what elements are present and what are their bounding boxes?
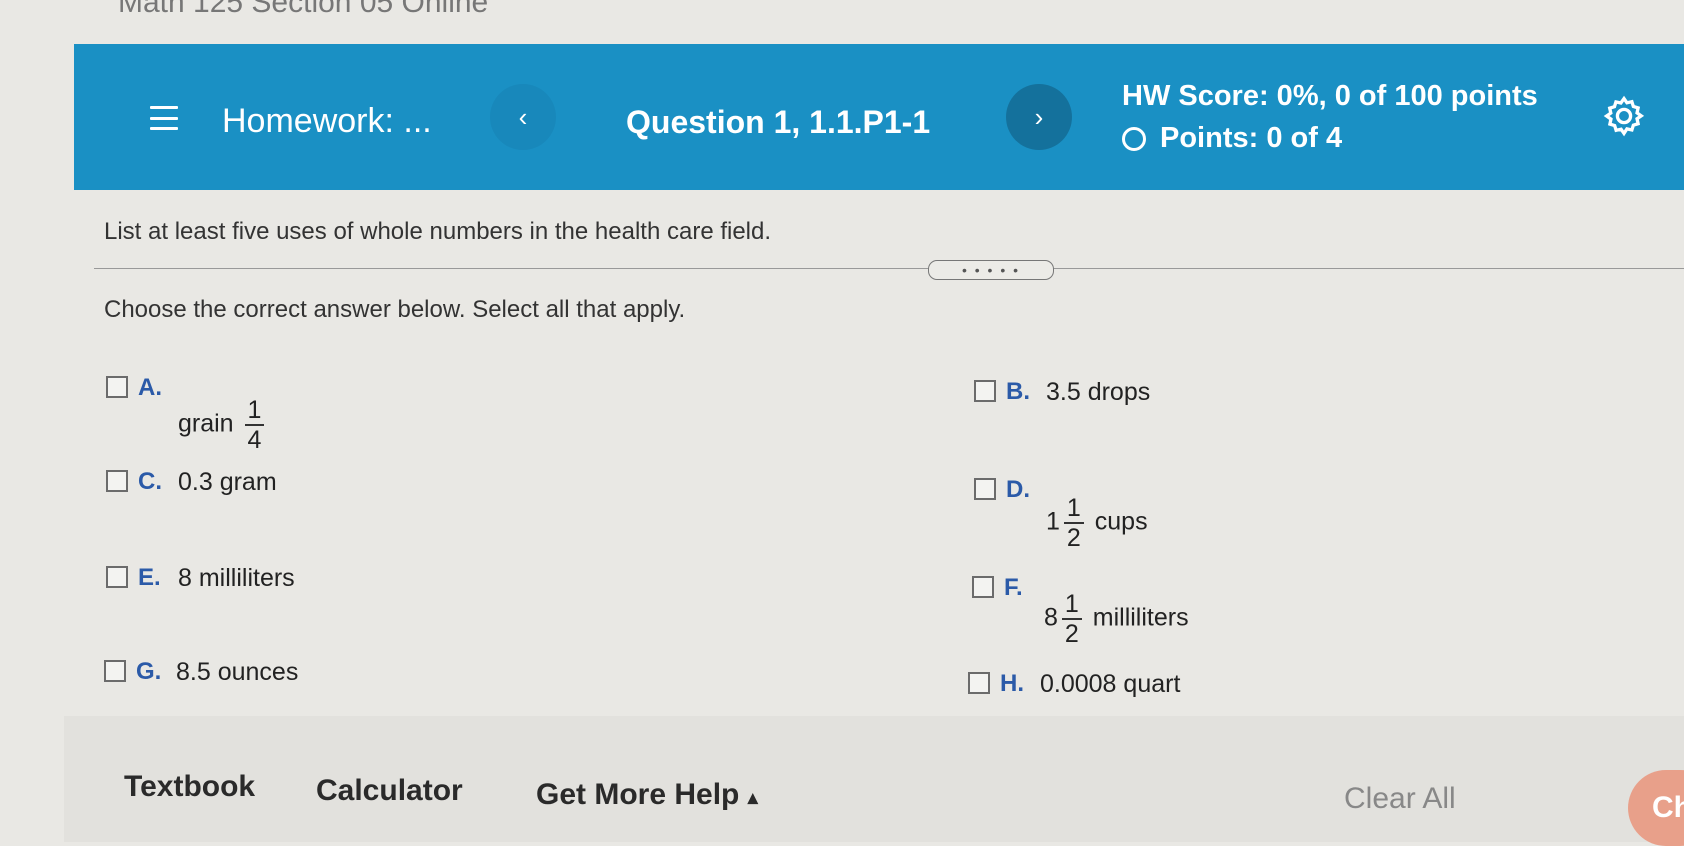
- checkbox[interactable]: [106, 376, 128, 398]
- answer-option-c[interactable]: C. 0.3 gram: [106, 468, 277, 497]
- question-prompt: List at least five uses of whole numbers…: [104, 218, 772, 245]
- next-question-button[interactable]: ›: [1006, 84, 1072, 150]
- fraction: 1 4: [244, 396, 265, 454]
- checkbox[interactable]: [968, 672, 990, 694]
- option-letter: G.: [136, 658, 162, 685]
- textbook-link[interactable]: Textbook: [124, 770, 255, 804]
- option-text: 3.5 drops: [1046, 378, 1151, 406]
- option-text: 0.0008 quart: [1040, 670, 1181, 698]
- option-letter: C.: [138, 468, 162, 495]
- option-text: 1 1 2 cups: [1046, 494, 1148, 552]
- homework-title[interactable]: Homework: ...: [222, 102, 432, 141]
- previous-question-button[interactable]: ‹: [490, 84, 556, 150]
- option-letter: H.: [1000, 670, 1024, 697]
- question-title: Question 1, 1.1.P1-1: [626, 104, 931, 140]
- checkbox[interactable]: [106, 470, 128, 492]
- option-letter: D.: [1006, 476, 1030, 503]
- fraction: 1 2: [1063, 494, 1084, 552]
- divider-drag-handle[interactable]: • • • • •: [928, 260, 1054, 280]
- option-letter: B.: [1006, 378, 1030, 405]
- checkbox[interactable]: [106, 566, 128, 588]
- divider: [94, 268, 1684, 269]
- answer-option-b[interactable]: B. 3.5 drops: [974, 378, 1150, 407]
- points-status: Points: 0 of 4: [1122, 122, 1342, 155]
- option-letter: F.: [1004, 574, 1023, 601]
- menu-icon[interactable]: [150, 106, 178, 130]
- course-title: Math 125 Section 05 Online: [118, 0, 489, 19]
- clear-all-button[interactable]: Clear All: [1344, 782, 1456, 816]
- option-letter: A.: [138, 374, 162, 401]
- option-text: 8 milliliters: [178, 564, 295, 592]
- answer-option-h[interactable]: H. 0.0008 quart: [968, 670, 1180, 699]
- checkbox[interactable]: [974, 380, 996, 402]
- caret-up-icon: ▴: [747, 787, 758, 809]
- option-text: 8.5 ounces: [176, 658, 299, 686]
- gear-icon[interactable]: [1602, 94, 1646, 138]
- option-text: grain 1 4: [178, 396, 268, 454]
- get-more-help-button[interactable]: Get More Help ▴: [536, 778, 758, 812]
- checkbox[interactable]: [974, 478, 996, 500]
- option-text: 8 1 2 milliliters: [1044, 590, 1189, 648]
- answer-option-a[interactable]: A. grain 1 4: [106, 374, 268, 454]
- answer-option-f[interactable]: F. 8 1 2 milliliters: [972, 574, 1189, 648]
- answer-option-g[interactable]: G. 8.5 ounces: [104, 658, 298, 687]
- checkbox[interactable]: [972, 576, 994, 598]
- points-label: Points: 0 of 4: [1160, 122, 1343, 154]
- calculator-link[interactable]: Calculator: [316, 774, 463, 808]
- fraction: 1 2: [1061, 590, 1082, 648]
- option-text: 0.3 gram: [178, 468, 277, 496]
- answer-instruction: Choose the correct answer below. Select …: [104, 296, 686, 323]
- answer-option-d[interactable]: D. 1 1 2 cups: [974, 476, 1148, 552]
- checkbox[interactable]: [104, 660, 126, 682]
- hw-score: HW Score: 0%, 0 of 100 points: [1122, 80, 1538, 112]
- get-more-help-label: Get More Help: [536, 778, 740, 811]
- footer-toolbar: [64, 716, 1684, 842]
- status-circle-icon: [1122, 126, 1146, 151]
- option-letter: E.: [138, 564, 161, 591]
- answer-option-e[interactable]: E. 8 milliliters: [106, 564, 295, 593]
- question-header: Homework: ... ‹ Question 1, 1.1.P1-1 › H…: [74, 44, 1684, 190]
